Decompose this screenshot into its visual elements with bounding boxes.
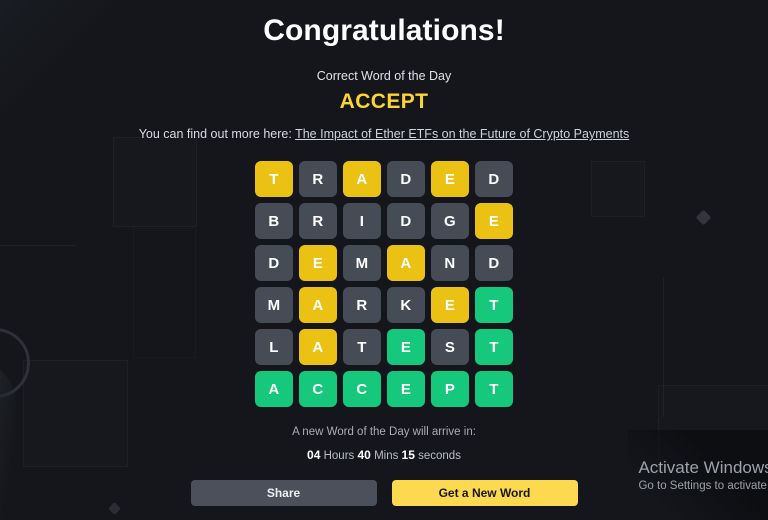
share-button[interactable]: Share — [190, 480, 377, 506]
grid-tile: C — [343, 371, 381, 407]
grid-tile: A — [255, 371, 293, 407]
grid-tile: S — [431, 329, 469, 365]
grid-tile: D — [475, 161, 513, 197]
result-panel: Congratulations! Correct Word of the Day… — [0, 0, 768, 520]
grid-tile: G — [431, 203, 469, 239]
grid-tile: R — [299, 161, 337, 197]
grid-tile: D — [387, 161, 425, 197]
grid-tile: T — [475, 329, 513, 365]
answer-label: Correct Word of the Day — [316, 69, 452, 83]
grid-tile: E — [431, 287, 469, 323]
grid-tile: I — [343, 203, 381, 239]
grid-tile: T — [475, 287, 513, 323]
grid-tile: B — [255, 203, 293, 239]
get-new-word-button[interactable]: Get a New Word — [391, 480, 578, 506]
grid-tile: E — [387, 371, 425, 407]
grid-tile: A — [387, 245, 425, 281]
grid-tile: N — [431, 245, 469, 281]
countdown-hours: 04 — [307, 448, 321, 462]
grid-tile: C — [299, 371, 337, 407]
countdown-value: 04 Hours 40 Mins 15 seconds — [307, 448, 461, 462]
grid-tile: T — [343, 329, 381, 365]
grid-tile: E — [475, 203, 513, 239]
grid-tile: M — [255, 287, 293, 323]
grid-tile: A — [299, 287, 337, 323]
grid-tile: P — [431, 371, 469, 407]
grid-tile: T — [255, 161, 293, 197]
grid-tile: E — [431, 161, 469, 197]
more-info-line: You can find out more here: The Impact o… — [139, 127, 630, 141]
grid-tile: L — [255, 329, 293, 365]
more-info-prefix: You can find out more here: — [138, 127, 296, 141]
more-info-link[interactable]: The Impact of Ether ETFs on the Future o… — [295, 127, 629, 141]
countdown-seconds-unit: seconds — [418, 450, 461, 462]
countdown-hours-unit: Hours — [323, 450, 355, 462]
grid-tile: E — [299, 245, 337, 281]
page-title: Congratulations! — [263, 14, 505, 47]
countdown-mins-unit: Mins — [374, 450, 399, 462]
countdown-label: A new Word of the Day will arrive in: — [292, 426, 476, 438]
grid-tile: D — [387, 203, 425, 239]
grid-tile: D — [475, 245, 513, 281]
answer-word: ACCEPT — [339, 90, 429, 113]
grid-tile: R — [299, 203, 337, 239]
grid-tile: A — [299, 329, 337, 365]
countdown-mins: 40 — [357, 448, 371, 462]
grid-tile: K — [387, 287, 425, 323]
grid-tile: R — [343, 287, 381, 323]
guess-grid: TRADEDBRIDGEDEMANDMARKETLATESTACCEPT — [255, 161, 513, 407]
grid-tile: A — [343, 161, 381, 197]
grid-tile: E — [387, 329, 425, 365]
grid-tile: M — [343, 245, 381, 281]
grid-tile: D — [255, 245, 293, 281]
action-buttons: Share Get a New Word — [190, 480, 578, 506]
countdown-seconds: 15 — [401, 448, 415, 462]
grid-tile: T — [475, 371, 513, 407]
